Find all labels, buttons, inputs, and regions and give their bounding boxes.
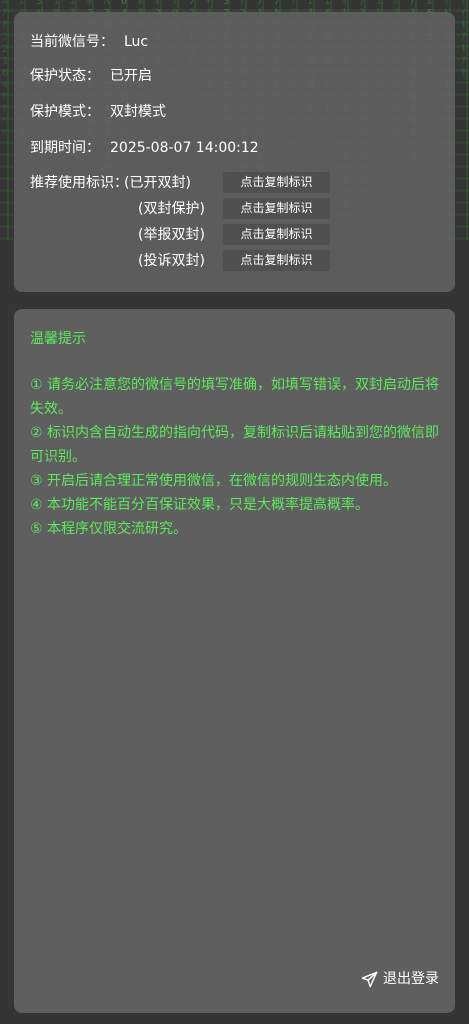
matrix-column: ｲｲｷｱｷｱｹ <box>461 0 466 79</box>
tag-name-2: (双封保护) <box>138 201 205 217</box>
send-icon <box>361 971 378 987</box>
tag-name-4: (投诉双封) <box>138 253 205 269</box>
tip-item-3: ③ 开启后请合理正常使用微信，在微信的规则生态内使用。 <box>30 473 397 489</box>
tag-name-3: (举报双封) <box>138 227 205 243</box>
tip-item-5: ⑤ 本程序仅限交流研究。 <box>30 521 188 537</box>
mode-value: 双封模式 <box>110 104 166 120</box>
tag-name-1: (已开双封) <box>124 175 191 191</box>
copy-tag-button-4[interactable]: 点击复制标识 <box>223 250 330 271</box>
copy-tag-button-1[interactable]: 点击复制标识 <box>223 172 330 193</box>
logout-label: 退出登录 <box>383 971 439 987</box>
mode-label: 保护模式： <box>30 104 100 120</box>
tip-item-1: ① 请务必注意您的微信号的填写准确，如填写错误，双封启动后将失效。 <box>30 377 439 417</box>
wechat-label: 当前微信号： <box>30 34 114 50</box>
tip-item-2: ② 标识内含自动生成的指向代码，复制标识后请粘贴到您的微信即可识别。 <box>30 425 439 465</box>
account-info-card: 当前微信号： Luc 保护状态： 已开启 保护模式： 双封模式 到期时间： 2025-0… <box>14 12 455 292</box>
tips-list: ① 请务必注意您的微信号的填写准确，如填写错误，双封启动后将失效。 ② 标识内含… <box>30 373 440 541</box>
expire-label: 到期时间： <box>30 140 100 156</box>
copy-tag-button-2[interactable]: 点击复制标识 <box>223 198 330 219</box>
mode-row: 保护模式： 双封模式 <box>30 102 166 122</box>
expire-row: 到期时间： 2025-08-07 14:00:12 <box>30 138 259 158</box>
wechat-value: Luc <box>124 34 149 50</box>
expire-value: 2025-08-07 14:00:12 <box>110 140 259 156</box>
status-value: 已开启 <box>110 68 152 84</box>
copy-tag-button-3[interactable]: 点击复制标识 <box>223 224 330 245</box>
wechat-row: 当前微信号： Luc <box>30 32 148 52</box>
tips-title: 温馨提示 <box>30 331 86 347</box>
tip-item-4: ④ 本功能不能百分百保证效果，只是大概率提高概率。 <box>30 497 369 513</box>
tags-label: 推荐使用标识： <box>30 175 128 191</box>
tips-card: 温馨提示 ① 请务必注意您的微信号的填写准确，如填写错误，双封启动后将失效。 ②… <box>14 309 455 1013</box>
logout-button[interactable]: 退出登录 <box>361 969 439 989</box>
matrix-column: 4ｱｵｺ2164ｹｶﾍﾊ <box>2 0 9 139</box>
app-screen: 4ｱｵｺ2164ｹｶﾍﾊｴﾊｲ42ｳ189ｲｺ83ﾊｶｳ9ｺｴ3ｷｲﾍ18ｴ7ｺ… <box>0 0 469 1024</box>
status-label: 保护状态： <box>30 68 100 84</box>
status-row: 保护状态： 已开启 <box>30 66 152 86</box>
